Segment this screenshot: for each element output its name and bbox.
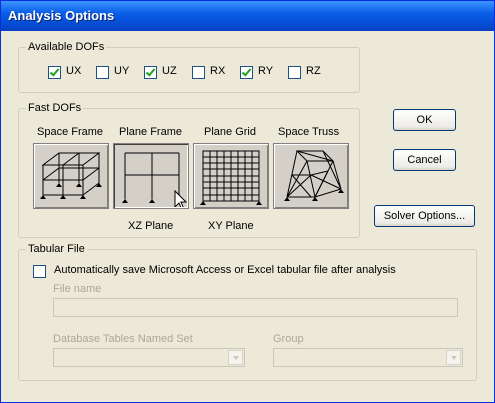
dof-rx-checkbox[interactable] xyxy=(192,66,205,79)
plane-grid-button[interactable] xyxy=(193,143,269,209)
dof-ux-checkbox[interactable] xyxy=(48,66,61,79)
space-truss-label: Space Truss xyxy=(278,126,340,138)
space-truss-button[interactable] xyxy=(273,143,349,209)
plane-frame-button[interactable] xyxy=(113,143,189,209)
dof-uy-label: UY xyxy=(114,65,130,77)
cancel-button[interactable]: Cancel xyxy=(393,149,456,171)
dof-ry-label: RY xyxy=(258,65,274,77)
solver-options-button[interactable]: Solver Options... xyxy=(374,205,475,227)
xy-plane-label: XY Plane xyxy=(208,220,254,232)
fast-dofs-label: Fast DOFs xyxy=(26,102,84,114)
plane-grid-label: Plane Grid xyxy=(204,126,256,138)
group-label: Group xyxy=(273,333,304,345)
ok-button[interactable]: OK xyxy=(393,109,456,131)
available-dofs-label: Available DOFs xyxy=(26,41,107,53)
dof-uy-checkbox[interactable] xyxy=(96,66,109,79)
autosave-label: Automatically save Microsoft Access or E… xyxy=(54,264,396,276)
named-set-label: Database Tables Named Set xyxy=(53,333,193,345)
autosave-checkbox[interactable] xyxy=(33,265,46,278)
window-title: Analysis Options xyxy=(8,8,115,23)
file-name-label: File name xyxy=(53,283,102,295)
space-frame-button[interactable] xyxy=(33,143,109,209)
chevron-down-icon[interactable] xyxy=(446,350,461,365)
space-truss-icon xyxy=(284,150,344,201)
dof-uz-label: UZ xyxy=(162,65,177,77)
named-set-select[interactable] xyxy=(53,348,245,367)
dof-rx-label: RX xyxy=(210,65,226,77)
solver-options-label: Solver Options... xyxy=(383,210,466,222)
plane-frame-icon xyxy=(122,152,187,207)
dof-ux-label: UX xyxy=(66,65,82,77)
dof-rz-checkbox[interactable] xyxy=(288,66,301,79)
group-select[interactable] xyxy=(273,348,463,367)
mouse-cursor-icon xyxy=(174,189,187,207)
dof-ry-checkbox[interactable] xyxy=(240,66,253,79)
chevron-down-icon[interactable] xyxy=(228,350,243,365)
title-bar[interactable]: Analysis Options xyxy=(1,1,494,31)
file-name-field[interactable] xyxy=(53,298,458,317)
dof-rz-label: RZ xyxy=(306,65,321,77)
plane-grid-icon xyxy=(200,150,262,205)
space-frame-icon xyxy=(40,152,102,199)
analysis-options-dialog: Analysis Options Available DOFs UX UY UZ… xyxy=(0,0,495,403)
plane-frame-label: Plane Frame xyxy=(119,126,182,138)
tabular-file-label: Tabular File xyxy=(26,243,87,255)
ok-button-label: OK xyxy=(416,114,433,126)
dof-uz-checkbox[interactable] xyxy=(144,66,157,79)
xz-plane-label: XZ Plane xyxy=(128,220,174,232)
cancel-button-label: Cancel xyxy=(407,154,442,166)
space-frame-label: Space Frame xyxy=(37,126,104,138)
